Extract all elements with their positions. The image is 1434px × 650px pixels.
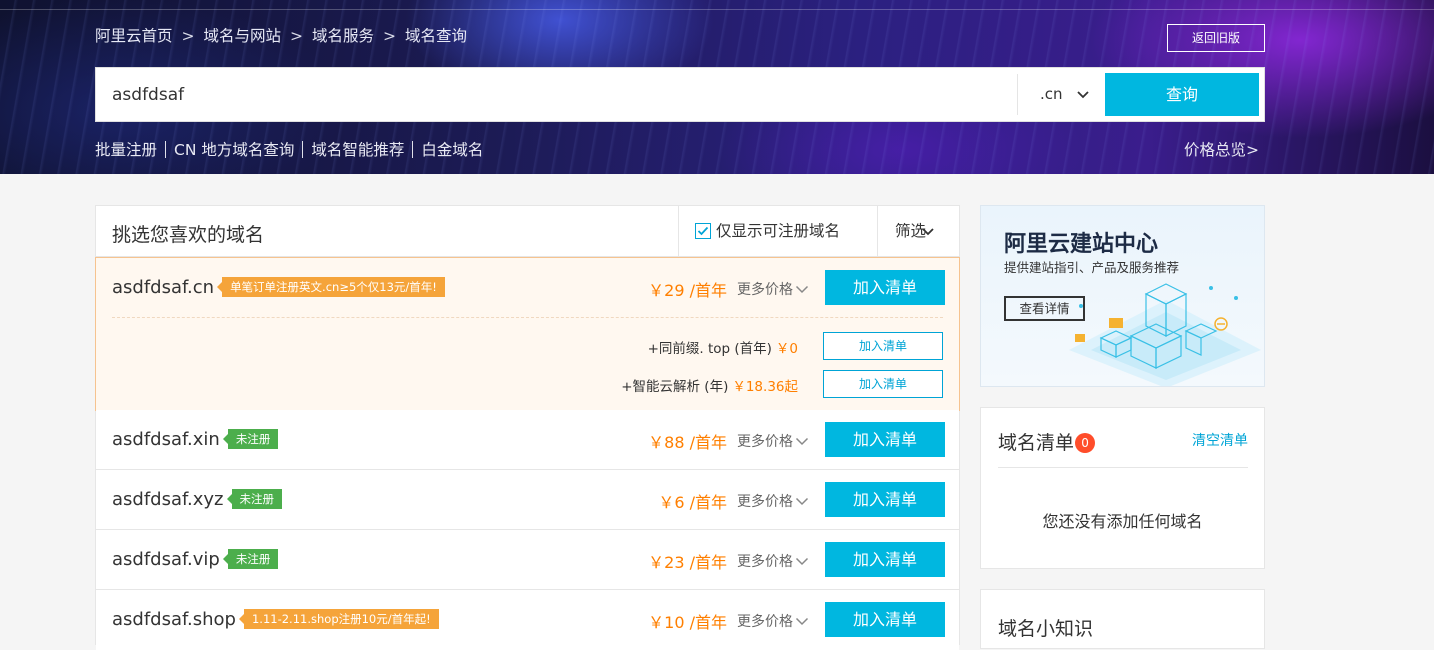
breadcrumb: 阿里云首页 > 域名与网站 > 域名服务 > 域名查询 [95,24,467,46]
domain-row: asdfdsaf.xyz 未注册 ￥6 /首年 更多价格 加入清单 [96,470,959,530]
checkmark-icon [697,226,709,236]
add-to-list-button[interactable]: 加入清单 [825,482,945,517]
clear-cart-link[interactable]: 清空清单 [1192,430,1248,450]
divider [165,141,167,158]
promo-tag: 1.11-2.11.shop注册10元/首年起! [238,609,439,629]
tld-select-value: .cn [1040,85,1063,103]
addon-add-button[interactable]: 加入清单 [823,370,943,398]
breadcrumb-separator: > [290,27,304,45]
domain-price: ￥6 /首年 [658,493,727,512]
promo-subtitle: 提供建站指引、产品及服务推荐 [1004,260,1180,275]
domain-name: asdfdsaf.shop 1.11-2.11.shop注册10元/首年起! [112,609,439,630]
chevron-down-icon [1077,91,1089,99]
domain-name: asdfdsaf.xin 未注册 [112,429,279,450]
promo-tag: 单笔订单注册英文.cn≥5个仅13元/首年! [217,277,445,297]
add-to-list-button[interactable]: 加入清单 [825,422,945,457]
domain-price: ￥23 /首年 [648,553,727,572]
breadcrumb-item-domain-service[interactable]: 域名服务 [312,24,374,46]
status-tag: 未注册 [222,429,279,449]
chevron-down-icon [795,557,809,566]
quick-links: 批量注册 CN 地方域名查询 域名智能推荐 白金域名 [95,138,483,160]
addon-amount: ￥0 [775,341,798,357]
addon-label: +智能云解析 (年) ￥18.36起 [621,379,798,395]
domain-results-panel: 挑选您喜欢的域名 仅显示可注册域名 筛选 asdfdsaf.cn 单笔订单注册英文… [95,205,960,650]
divider [998,467,1248,468]
domain-row: asdfdsaf.xin 未注册 ￥88 /首年 更多价格 加入清单 [96,410,959,470]
promo-title: 阿里云建站中心 [1004,232,1159,257]
chevron-down-icon [922,228,934,236]
breadcrumb-item-home[interactable]: 阿里云首页 [95,24,173,46]
domain-name: asdfdsaf.cn 单笔订单注册英文.cn≥5个仅13元/首年! [112,277,445,298]
more-prices-link[interactable]: 更多价格 [737,551,809,571]
status-tag: 未注册 [222,549,279,569]
more-prices-link[interactable]: 更多价格 [737,431,809,451]
breadcrumb-item-domains-sites[interactable]: 域名与网站 [204,24,282,46]
chevron-down-icon [795,285,809,294]
results-header: 挑选您喜欢的域名 仅显示可注册域名 筛选 [96,206,959,257]
tips-title: 域名小知识 [998,618,1094,640]
divider [112,317,943,318]
domain-row: asdfdsaf.shop 1.11-2.11.shop注册10元/首年起! ￥1… [96,590,959,650]
divider [302,141,304,158]
chevron-down-icon [795,497,809,506]
isometric-servers-illustration [1069,283,1261,386]
domain-name: asdfdsaf.vip 未注册 [112,549,279,570]
domain-price: ￥88 /首年 [648,433,727,452]
domain-tips-panel: 域名小知识 [980,589,1265,649]
divider [412,141,414,158]
tld-select[interactable]: .cn [1017,74,1103,115]
addon-label: +同前缀. top (首年) ￥0 [647,341,798,357]
addon-amount: ￥18.36起 [732,379,798,395]
more-prices-link[interactable]: 更多价格 [737,279,809,299]
domain-row: asdfdsaf.vip 未注册 ￥23 /首年 更多价格 加入清单 [96,530,959,590]
domain-name: asdfdsaf.xyz 未注册 [112,489,283,510]
add-to-list-button[interactable]: 加入清单 [825,542,945,577]
addon-row-dns: +智能云解析 (年) ￥18.36起 加入清单 [543,370,943,398]
domain-price: ￥29 /首年 [648,281,727,300]
breadcrumb-item-domain-query[interactable]: 域名查询 [405,24,467,46]
quick-link-batch-register[interactable]: 批量注册 [95,138,157,160]
add-to-list-button[interactable]: 加入清单 [825,270,945,305]
query-button[interactable]: 查询 [1105,73,1259,116]
chevron-down-icon [795,437,809,446]
status-tag: 未注册 [226,489,283,509]
breadcrumb-separator: > [383,27,397,45]
site-builder-promo-banner[interactable]: 阿里云建站中心 提供建站指引、产品及服务推荐 查看详情 [980,205,1265,387]
results-title: 挑选您喜欢的域名 [112,224,265,246]
price-overview-link[interactable]: 价格总览> [1184,138,1259,160]
domain-price: ￥10 /首年 [648,613,727,632]
quick-link-smart-recommend[interactable]: 域名智能推荐 [311,138,404,160]
breadcrumb-separator: > [181,27,195,45]
quick-link-cn-local[interactable]: CN 地方域名查询 [174,138,294,160]
addon-row-top: +同前缀. top (首年) ￥0 加入清单 [543,332,943,360]
search-bar: .cn 查询 [95,67,1265,122]
search-input[interactable] [96,68,1016,121]
cart-empty-message: 您还没有添加任何域名 [1042,512,1203,531]
cart-title: 域名清单 0 [998,428,1096,455]
only-available-toggle[interactable]: 仅显示可注册域名 [678,206,877,257]
back-to-old-version-button[interactable]: 返回旧版 [1167,24,1265,52]
addon-add-button[interactable]: 加入清单 [823,332,943,360]
chevron-down-icon [795,617,809,626]
domain-row: asdfdsaf.cn 单笔订单注册英文.cn≥5个仅13元/首年! ￥29 /首… [95,257,960,411]
cart-count-badge: 0 [1075,433,1096,453]
filter-dropdown[interactable]: 筛选 [877,206,959,257]
quick-link-platinum[interactable]: 白金域名 [421,138,483,160]
domain-cart-panel: 域名清单 0 清空清单 您还没有添加任何域名 [980,407,1265,569]
only-available-label: 仅显示可注册域名 [716,222,841,240]
only-available-checkbox[interactable] [695,223,711,239]
more-prices-link[interactable]: 更多价格 [737,611,809,631]
more-prices-link[interactable]: 更多价格 [737,491,809,511]
hero-banner: 阿里云首页 > 域名与网站 > 域名服务 > 域名查询 返回旧版 .cn 查询 批量注册 CN… [0,0,1434,174]
